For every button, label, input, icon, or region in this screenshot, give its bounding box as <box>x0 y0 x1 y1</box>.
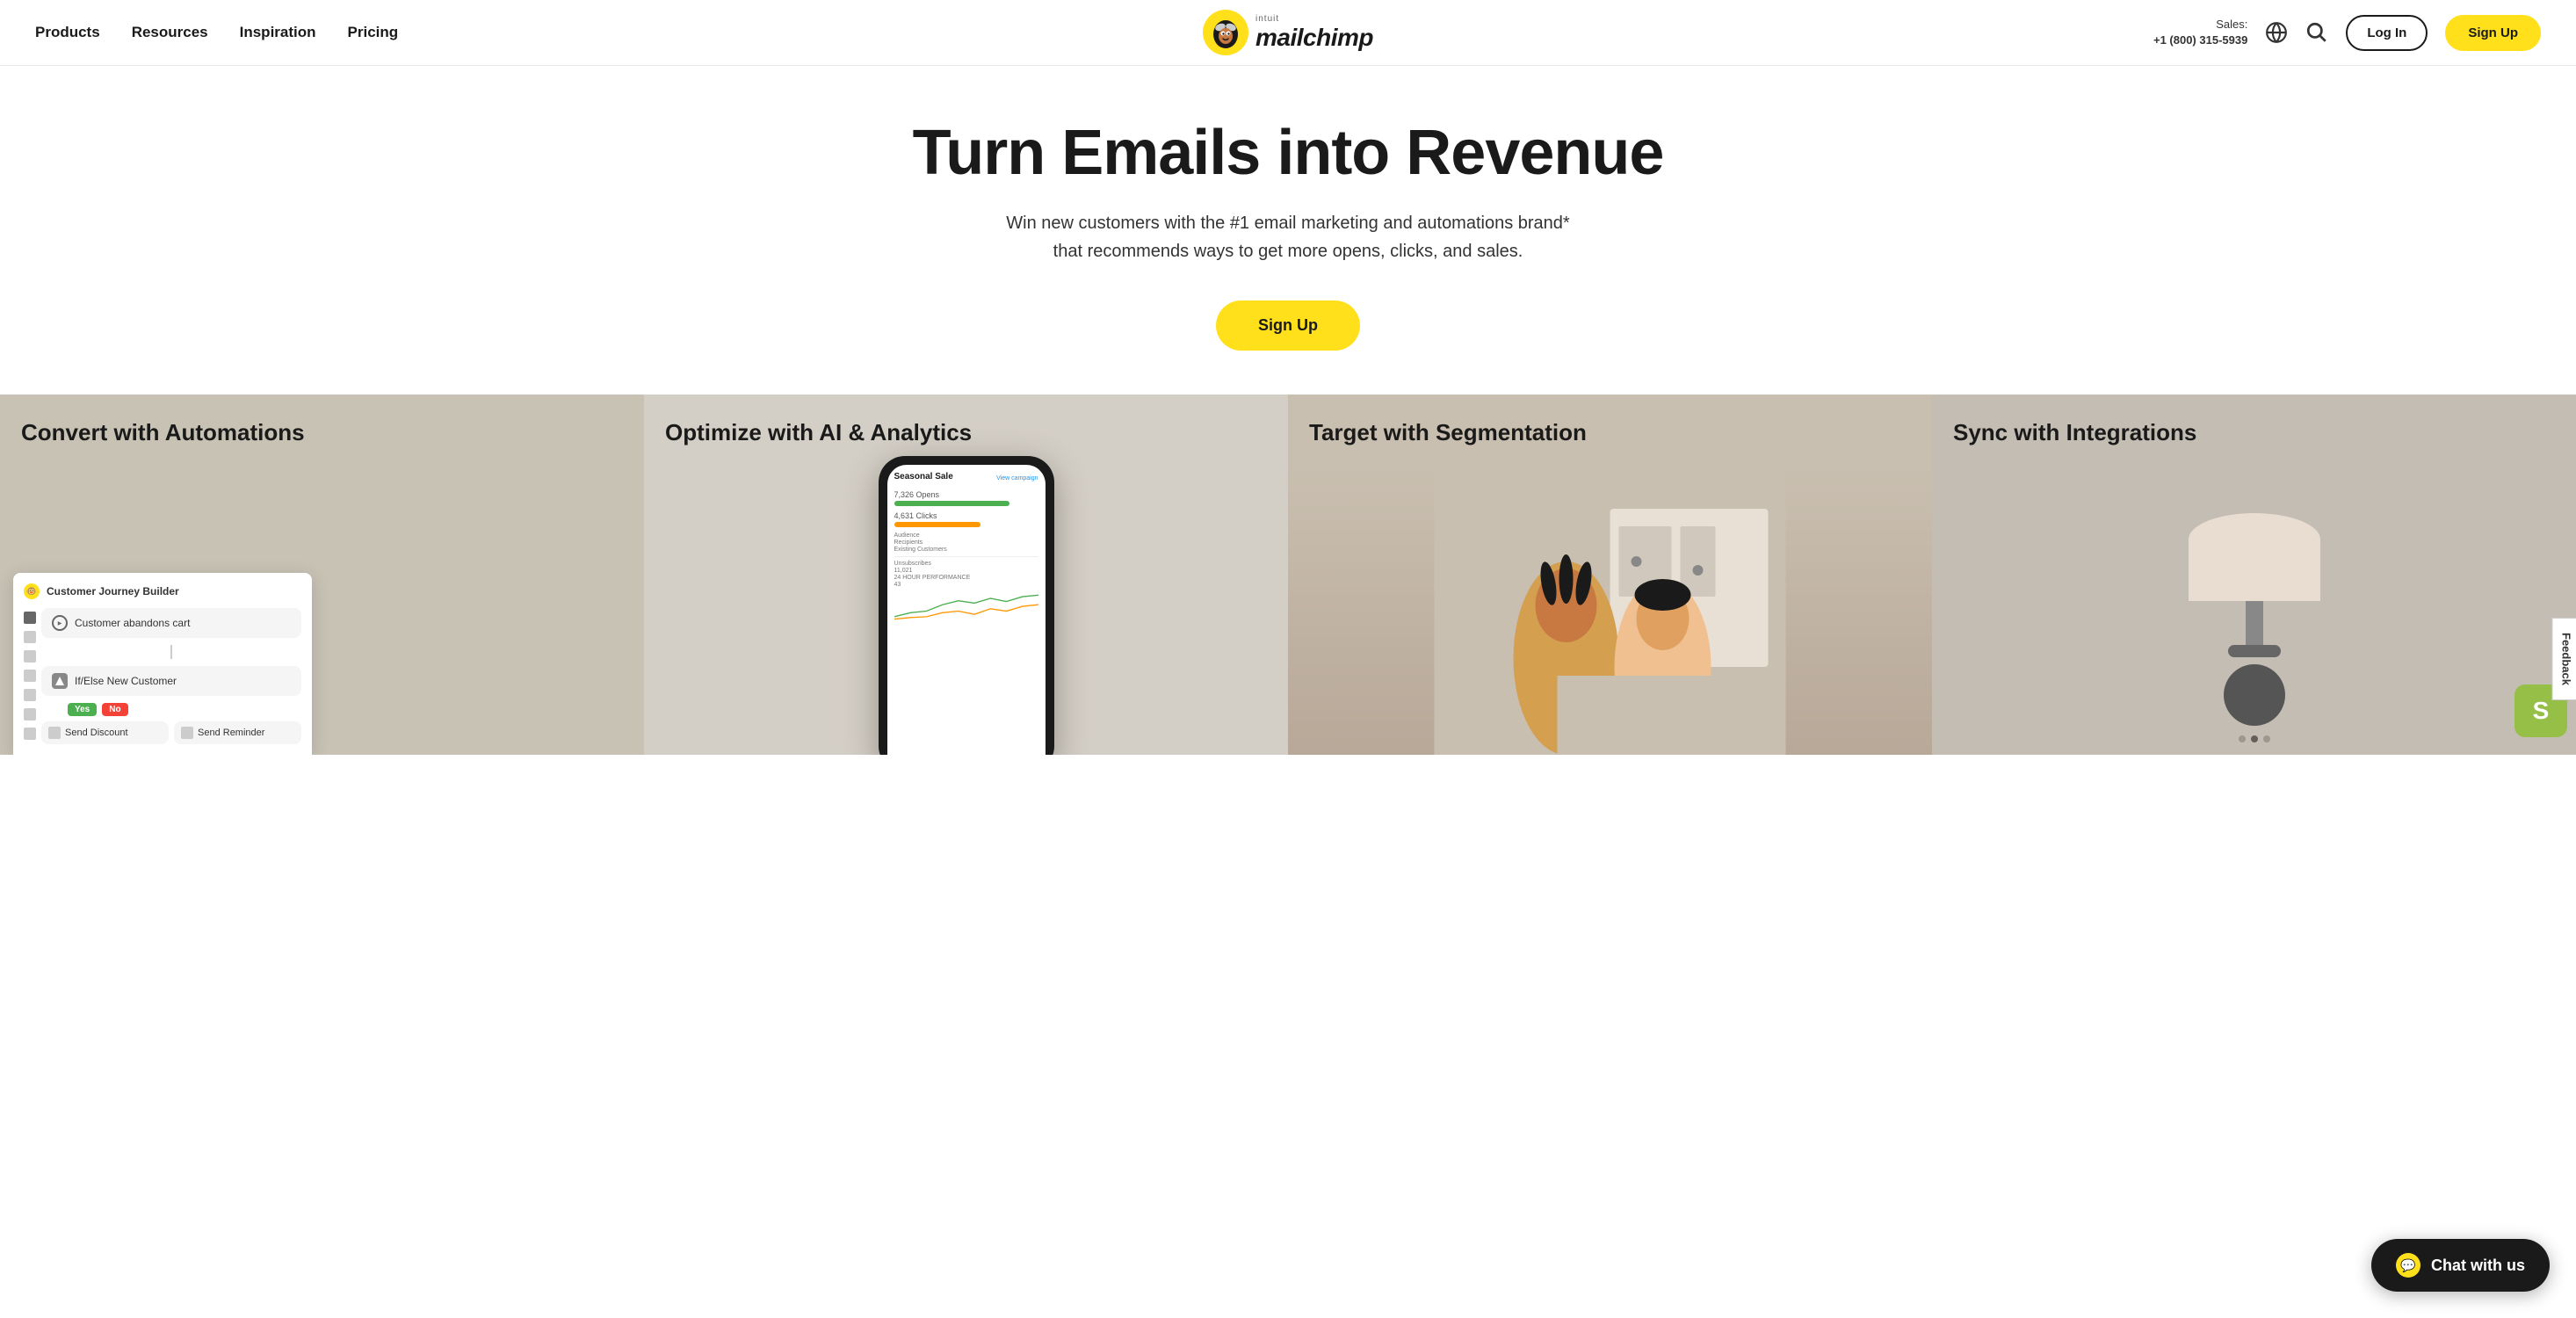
monkey-icon <box>1203 10 1248 55</box>
perf-chart <box>894 589 1038 620</box>
dot-1[interactable] <box>2239 735 2246 742</box>
send-cards: Send Discount Send Reminder <box>41 721 301 744</box>
panel-segmentation: Target with Segmentation <box>1288 395 1932 755</box>
nav-inspiration[interactable]: Inspiration <box>240 24 316 41</box>
mockup-header: 🐵 Customer Journey Builder <box>24 583 301 599</box>
perf-val: 43 <box>894 582 1038 588</box>
login-button[interactable]: Log In <box>2346 15 2428 51</box>
ifelse-label: If/Else New Customer <box>75 675 177 687</box>
lamp-shade <box>2189 513 2320 601</box>
unsub-val: 11,021 <box>894 568 1038 574</box>
lamp-foot <box>2228 645 2281 657</box>
send-discount-icon <box>48 727 61 739</box>
logo-text: intuit mailchimp <box>1255 14 1373 52</box>
phone-outer: Seasonal Sale View campaign 7,326 Opens … <box>879 456 1054 755</box>
lamp-visual <box>2167 487 2342 733</box>
recipients-label: Recipients <box>894 540 1038 546</box>
sidebar-icon-2 <box>24 631 36 643</box>
sidebar-icon-7 <box>24 728 36 740</box>
shopify-icon: S <box>2533 697 2550 725</box>
nav-resources[interactable]: Resources <box>132 24 208 41</box>
feedback-tab[interactable]: Feedback <box>2552 618 2576 700</box>
chat-label: Chat with us <box>2431 1256 2525 1275</box>
send-discount-card: Send Discount <box>41 721 169 744</box>
phone-screen-content: Seasonal Sale View campaign 7,326 Opens … <box>894 472 1038 622</box>
feature-panels: Convert with Automations 🐵 Customer Jour… <box>0 395 2576 755</box>
existing-label: Existing Customers <box>894 547 1038 553</box>
hero-subtitle: Win new customers with the #1 email mark… <box>989 209 1587 265</box>
globe-icon[interactable] <box>2265 21 2288 44</box>
panel-integrations: Sync with Integrations S <box>1932 395 2576 755</box>
audience-label: Audience <box>894 532 1038 539</box>
dot-2[interactable] <box>2251 735 2258 742</box>
logo-mailchimp-text: mailchimp <box>1255 24 1373 52</box>
sales-info: Sales: +1 (800) 315-5939 <box>2153 17 2247 48</box>
logo-intuit-text: intuit <box>1255 14 1279 24</box>
signup-button-nav[interactable]: Sign Up <box>2445 15 2541 51</box>
dot-3[interactable] <box>2263 735 2270 742</box>
perf-label: 24 HOUR PERFORMANCE <box>894 575 1038 581</box>
clicks-stat: 4,631 Clicks <box>894 511 1038 520</box>
flow-connector-1 <box>170 645 172 659</box>
opens-stat: 7,326 Opens <box>894 490 1038 499</box>
journey-mockup-wrap: 🐵 Customer Journey Builder <box>13 573 644 755</box>
journey-mockup: 🐵 Customer Journey Builder <box>13 573 312 755</box>
nav-products[interactable]: Products <box>35 24 100 41</box>
phone-screen: Seasonal Sale View campaign 7,326 Opens … <box>887 465 1046 755</box>
search-icon[interactable] <box>2305 21 2328 44</box>
trigger-label: Customer abandons cart <box>75 617 190 629</box>
mockup-main: Customer abandons cart If/Else New Custo… <box>41 608 301 744</box>
sidebar-icon-6 <box>24 708 36 721</box>
hero-title: Turn Emails into Revenue <box>18 119 2558 188</box>
send-reminder-label: Send Reminder <box>198 728 264 738</box>
clicks-bar <box>894 522 980 527</box>
nav-pricing[interactable]: Pricing <box>348 24 399 41</box>
sidebar-icons <box>24 608 36 744</box>
trigger-icon <box>52 615 68 631</box>
dot-navigation <box>2239 735 2270 755</box>
unsub-label: Unsubscribes <box>894 561 1038 567</box>
yes-badge: Yes <box>68 703 97 716</box>
people-illustration <box>1288 465 1932 755</box>
ifelse-icon <box>52 673 68 689</box>
send-reminder-icon <box>181 727 193 739</box>
panel-3-photo <box>1288 465 1932 755</box>
chat-button[interactable]: 💬 Chat with us <box>2371 1239 2550 1292</box>
yes-no-badges: Yes No <box>41 703 301 716</box>
sidebar-icon-5 <box>24 689 36 701</box>
hero-section: Turn Emails into Revenue Win new custome… <box>0 66 2576 395</box>
logo[interactable]: intuit mailchimp <box>1203 10 1373 55</box>
panel-analytics: Optimize with AI & Analytics Seasonal Sa… <box>644 395 1288 755</box>
navigation: Products Resources Inspiration Pricing i… <box>0 0 2576 66</box>
campaign-title: Seasonal Sale <box>894 472 953 482</box>
sidebar-icon-1 <box>24 612 36 624</box>
panel-3-title: Target with Segmentation <box>1288 395 1932 446</box>
sidebar-icon-4 <box>24 670 36 682</box>
lamp-sphere <box>2224 664 2285 726</box>
panel-4-visual: S <box>1932 465 2576 755</box>
send-reminder-card: Send Reminder <box>174 721 301 744</box>
mockup-title-text: Customer Journey Builder <box>47 585 179 597</box>
send-discount-label: Send Discount <box>65 728 128 738</box>
panel-1-title: Convert with Automations <box>0 395 644 446</box>
sidebar-icon-3 <box>24 650 36 663</box>
panel-2-title: Optimize with AI & Analytics <box>644 395 1288 446</box>
signup-button-hero[interactable]: Sign Up <box>1216 301 1360 351</box>
flow-card-trigger: Customer abandons cart <box>41 608 301 638</box>
panel-4-title: Sync with Integrations <box>1932 395 2576 446</box>
no-badge: No <box>102 703 127 716</box>
mockup-layout: Customer abandons cart If/Else New Custo… <box>24 608 301 744</box>
phone-wrap: Seasonal Sale View campaign 7,326 Opens … <box>879 456 1054 755</box>
nav-left: Products Resources Inspiration Pricing <box>35 24 398 41</box>
panel-automations: Convert with Automations 🐵 Customer Jour… <box>0 395 644 755</box>
mockup-logo-icon: 🐵 <box>24 583 40 599</box>
chat-bubble-icon: 💬 <box>2396 1253 2420 1278</box>
flow-card-ifelse: If/Else New Customer <box>41 666 301 696</box>
opens-bar <box>894 501 1009 506</box>
view-campaign-link[interactable]: View campaign <box>996 475 1038 482</box>
divider <box>894 556 1038 557</box>
nav-right: Sales: +1 (800) 315-5939 Log In Sign Up <box>2153 15 2541 51</box>
